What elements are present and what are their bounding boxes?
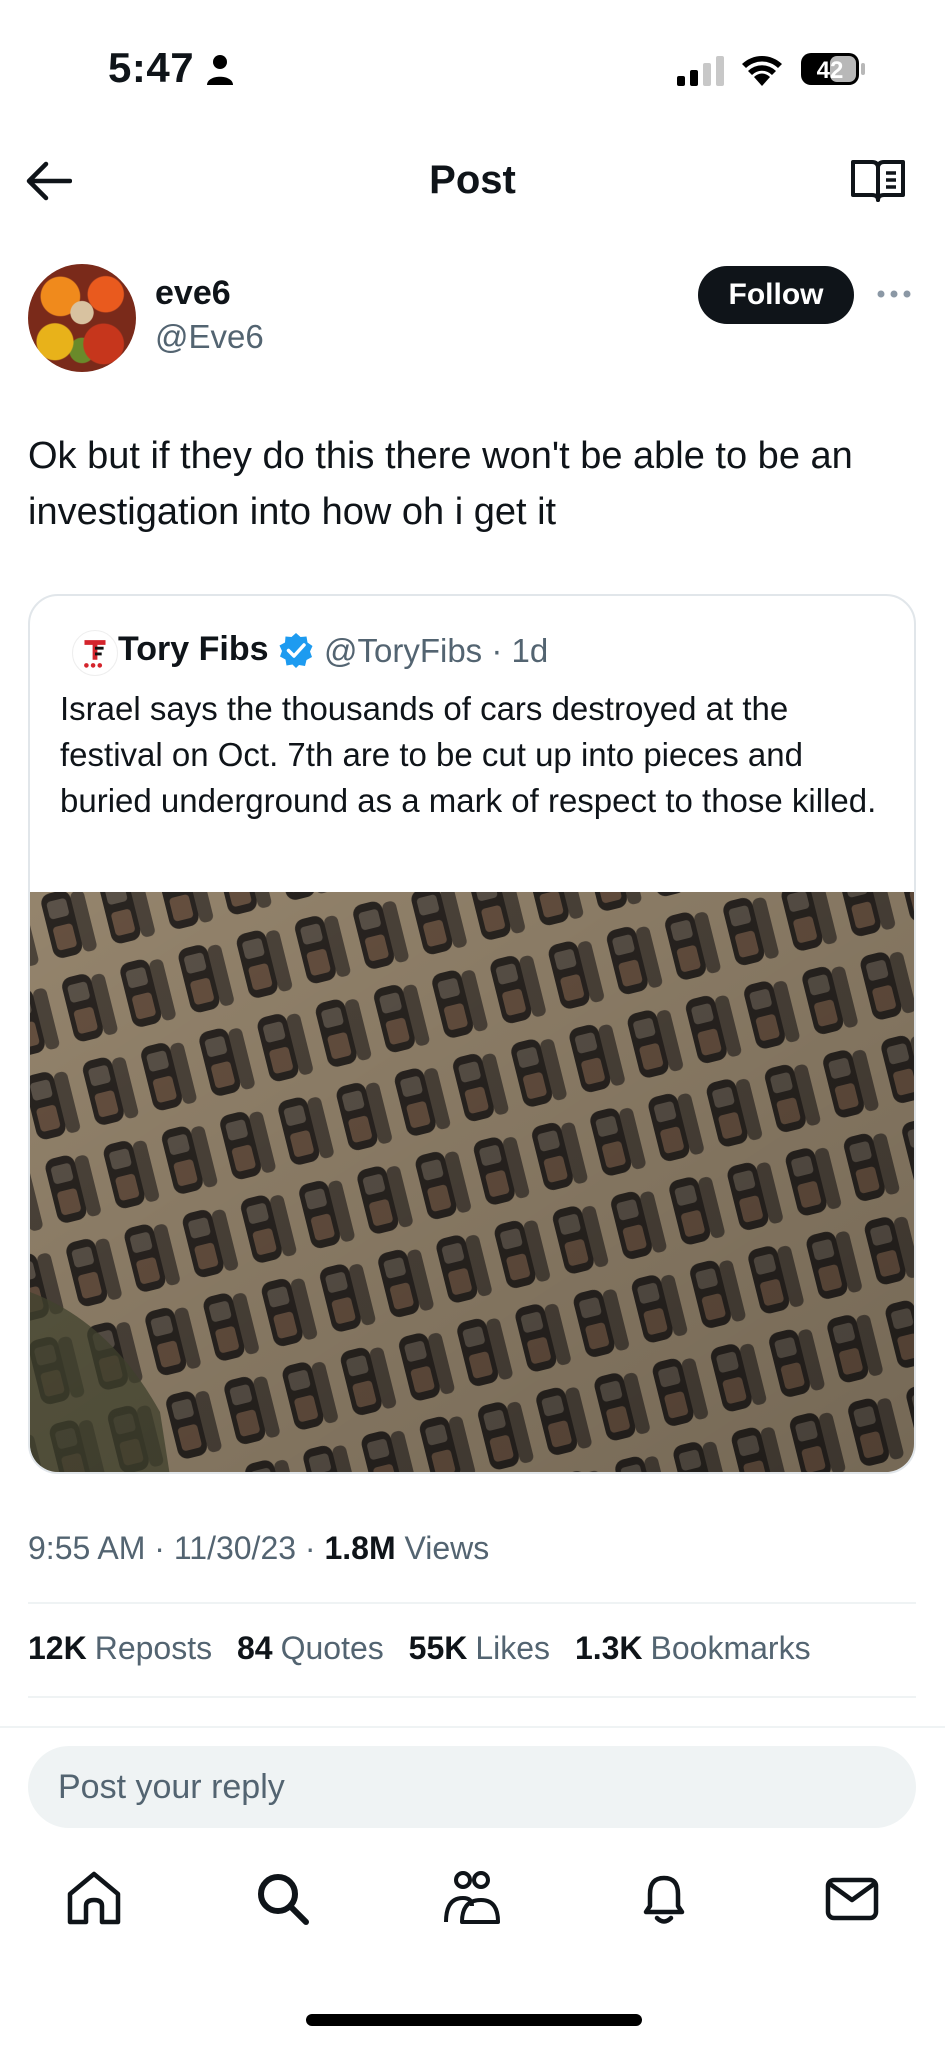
- post-timestamp: 9:55 AM · 11/30/23 · 1.8M Views: [28, 1530, 490, 1566]
- battery-level: 42: [817, 57, 844, 84]
- quote-handle: @ToryFibs · 1d: [324, 632, 548, 670]
- person-icon: [207, 55, 233, 85]
- quote-photo[interactable]: [30, 892, 916, 1474]
- post-date: 11/30/23: [173, 1530, 297, 1566]
- divider: [28, 1696, 916, 1698]
- quote-handle-text: @ToryFibs: [324, 632, 483, 669]
- quote-avatar: [72, 630, 118, 676]
- reply-input[interactable]: Post your reply: [28, 1746, 916, 1828]
- views-count: 1.8M: [324, 1530, 396, 1566]
- divider: [28, 1602, 916, 1604]
- messages-icon[interactable]: [822, 1868, 882, 1928]
- wifi-icon: [742, 56, 782, 86]
- page-title: Post: [429, 158, 516, 202]
- stat-bookmarks[interactable]: 1.3K Bookmarks: [575, 1630, 811, 1666]
- notifications-icon[interactable]: [634, 1868, 694, 1928]
- header: Post: [0, 140, 945, 224]
- follow-button[interactable]: Follow: [698, 266, 854, 324]
- battery-icon: 42: [801, 53, 865, 85]
- reply-separator: [0, 1726, 945, 1728]
- status-bar: 5:47 42: [0, 0, 945, 140]
- home-indicator[interactable]: [306, 2014, 642, 2026]
- quote-text: Israel says the thousands of cars destro…: [60, 690, 877, 819]
- avatar[interactable]: [28, 264, 136, 372]
- stat-likes[interactable]: 55K Likes: [409, 1630, 550, 1666]
- stat-reposts[interactable]: 12K Reposts: [28, 1630, 212, 1666]
- reader-mode-icon[interactable]: [850, 158, 906, 204]
- quoted-post[interactable]: Tory Fibs @ToryFibs · 1d Israel says the…: [28, 594, 916, 1474]
- verified-badge-icon: [279, 633, 313, 668]
- home-icon[interactable]: [64, 1868, 124, 1928]
- bottom-nav: [0, 1868, 945, 1968]
- status-time: 5:47: [108, 44, 195, 91]
- quote-author-name: Tory Fibs: [118, 630, 269, 668]
- search-icon[interactable]: [252, 1868, 312, 1928]
- engagement-stats: 12K Reposts 84 Quotes 55K Likes 1.3K Bookmar…: [28, 1630, 827, 1667]
- cellular-signal-icon: [677, 56, 724, 86]
- post-text: Ok but if they do this there won't be ab…: [28, 435, 853, 533]
- views-label: Views: [404, 1530, 490, 1566]
- communities-icon[interactable]: [442, 1868, 502, 1928]
- stat-quotes[interactable]: 84 Quotes: [237, 1630, 384, 1666]
- author-handle[interactable]: @Eve6: [155, 318, 264, 356]
- post-time: 9:55 AM: [28, 1530, 146, 1566]
- author-name[interactable]: eve6: [155, 274, 231, 313]
- more-options-icon[interactable]: [876, 284, 912, 304]
- quote-age: · 1d: [491, 632, 549, 669]
